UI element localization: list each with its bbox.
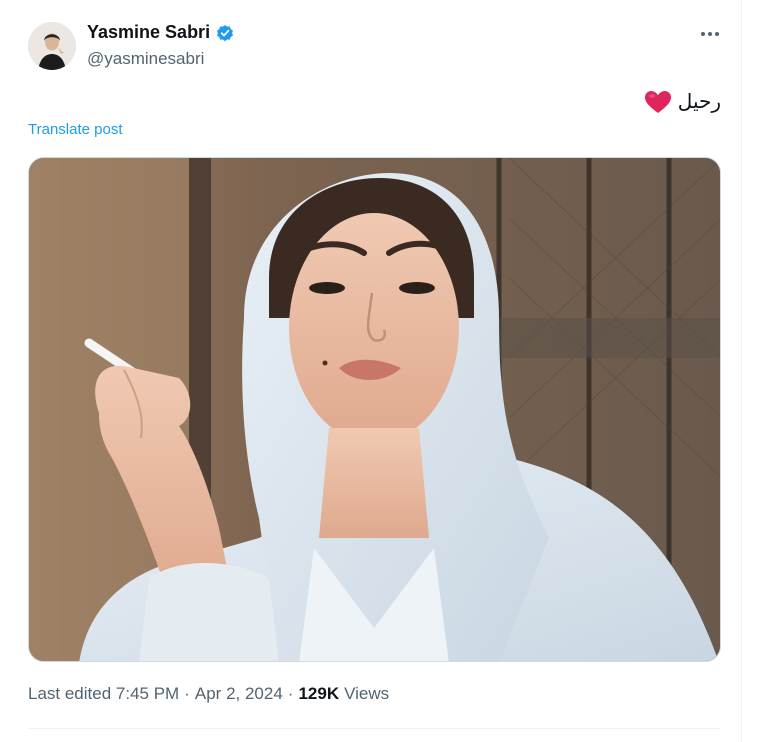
views-count: 129K <box>298 684 340 703</box>
avatar-photo <box>28 22 76 70</box>
post-date[interactable]: Apr 2, 2024 <box>195 684 283 704</box>
meta-separator: · <box>287 684 294 703</box>
post-photo <box>29 158 720 661</box>
translate-post-link[interactable]: Translate post <box>28 121 123 138</box>
more-options-button[interactable] <box>694 24 726 44</box>
post-text: رحيل <box>644 89 721 114</box>
meta-separator: · <box>184 684 190 703</box>
author-handle[interactable]: @yasminesabri <box>87 49 204 69</box>
author-name-row: Yasmine Sabri <box>87 22 235 43</box>
verified-badge-icon <box>217 24 233 41</box>
author-avatar[interactable] <box>28 22 76 70</box>
post-image[interactable] <box>28 157 721 662</box>
post-text-content: رحيل <box>677 91 721 113</box>
tweet-card: Yasmine Sabri @yasminesabri رحيل Transla… <box>0 0 742 742</box>
more-horizontal-icon <box>701 32 719 36</box>
divider <box>28 728 721 729</box>
post-meta: Last edited 7:45 PM · Apr 2, 2024 · 129K… <box>28 684 389 704</box>
red-heart-icon <box>644 90 671 113</box>
edited-time[interactable]: Last edited 7:45 PM <box>28 684 179 704</box>
author-display-name[interactable]: Yasmine Sabri <box>87 22 210 43</box>
views-label: Views <box>344 684 390 703</box>
